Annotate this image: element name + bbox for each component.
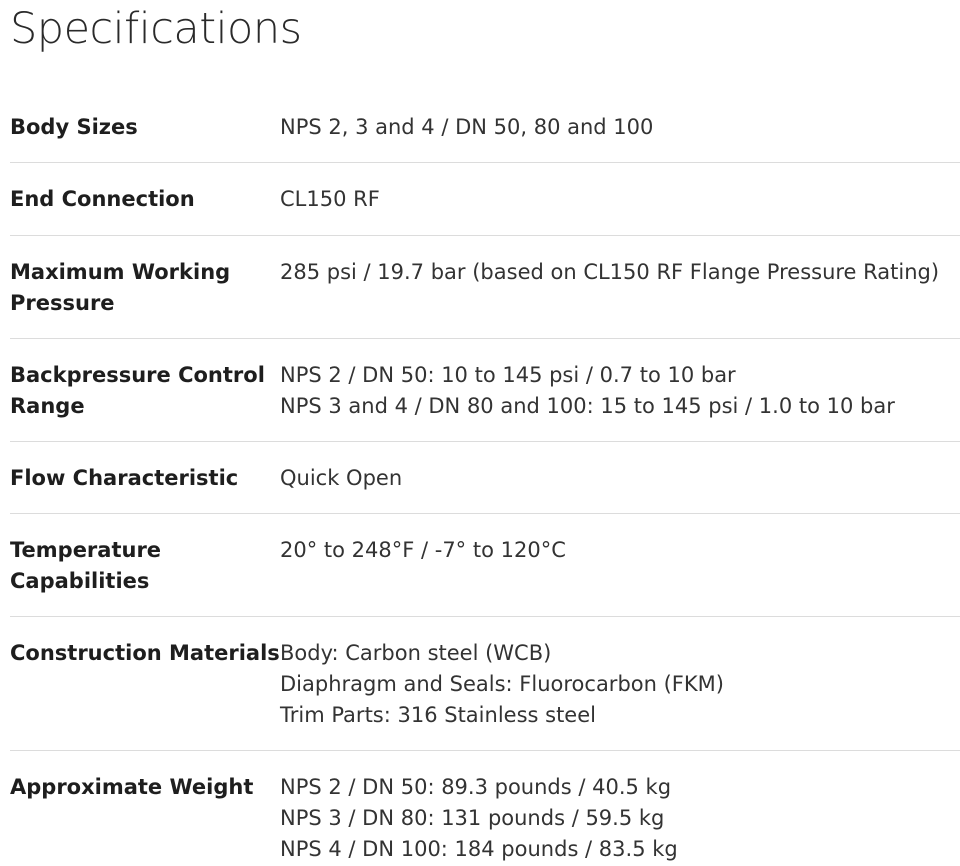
spec-row-temperature-capabilities: Temperature Capabilities 20° to 248°F / … — [10, 514, 960, 617]
spec-value-line: NPS 2 / DN 50: 89.3 pounds / 40.5 kg — [280, 775, 672, 799]
spec-value-line: Quick Open — [280, 466, 403, 490]
spec-value-line: NPS 2, 3 and 4 / DN 50, 80 and 100 — [280, 115, 654, 139]
page-title: Specifications — [10, 4, 302, 54]
spec-row-body-sizes: Body Sizes NPS 2, 3 and 4 / DN 50, 80 an… — [10, 96, 960, 163]
specifications-page: Specifications Body Sizes NPS 2, 3 and 4… — [0, 0, 960, 866]
spec-label: Maximum Working Pressure — [10, 260, 231, 315]
spec-row-approximate-weight: Approximate Weight NPS 2 / DN 50: 89.3 p… — [10, 751, 960, 866]
spec-row-flow-characteristic: Flow Characteristic Quick Open — [10, 442, 960, 514]
spec-row-end-connection: End Connection CL150 RF — [10, 163, 960, 236]
spec-value-line: NPS 4 / DN 100: 184 pounds / 83.5 kg — [280, 837, 678, 861]
spec-value: NPS 2 / DN 50: 89.3 pounds / 40.5 kg NPS… — [280, 772, 960, 866]
spec-value-line: NPS 3 / DN 80: 131 pounds / 59.5 kg — [280, 806, 665, 830]
spec-value-line: CL150 RF — [280, 187, 380, 211]
spec-row-construction-materials: Construction Materials Body: Carbon stee… — [10, 617, 960, 751]
specifications-table: Body Sizes NPS 2, 3 and 4 / DN 50, 80 an… — [10, 96, 960, 866]
spec-row-backpressure-control-range: Backpressure Control Range NPS 2 / DN 50… — [10, 339, 960, 442]
spec-value-line: Trim Parts: 316 Stainless steel — [280, 703, 596, 727]
spec-label: Flow Characteristic — [10, 466, 239, 490]
spec-value: NPS 2, 3 and 4 / DN 50, 80 and 100 — [280, 112, 960, 162]
spec-value-line: NPS 3 and 4 / DN 80 and 100: 15 to 145 p… — [280, 394, 895, 418]
spec-value-line: NPS 2 / DN 50: 10 to 145 psi / 0.7 to 10… — [280, 363, 736, 387]
spec-label: Construction Materials — [10, 641, 280, 665]
spec-value: CL150 RF — [280, 184, 960, 235]
spec-value-line: Body: Carbon steel (WCB) — [280, 641, 552, 665]
spec-label: End Connection — [10, 187, 195, 211]
spec-value: 20° to 248°F / -7° to 120°C — [280, 535, 960, 616]
spec-value: Body: Carbon steel (WCB) Diaphragm and S… — [280, 638, 960, 750]
spec-label: Backpressure Control Range — [10, 363, 265, 418]
spec-row-maximum-working-pressure: Maximum Working Pressure 285 psi / 19.7 … — [10, 236, 960, 339]
spec-label: Body Sizes — [10, 115, 138, 139]
spec-value-line: 285 psi / 19.7 bar (based on CL150 RF Fl… — [280, 260, 940, 284]
spec-value: Quick Open — [280, 463, 960, 513]
spec-value: 285 psi / 19.7 bar (based on CL150 RF Fl… — [280, 257, 960, 338]
spec-value: NPS 2 / DN 50: 10 to 145 psi / 0.7 to 10… — [280, 360, 960, 441]
spec-label: Approximate Weight — [10, 775, 254, 799]
spec-label: Temperature Capabilities — [10, 538, 162, 593]
spec-value-line: Diaphragm and Seals: Fluorocarbon (FKM) — [280, 672, 724, 696]
spec-value-line: 20° to 248°F / -7° to 120°C — [280, 538, 566, 562]
